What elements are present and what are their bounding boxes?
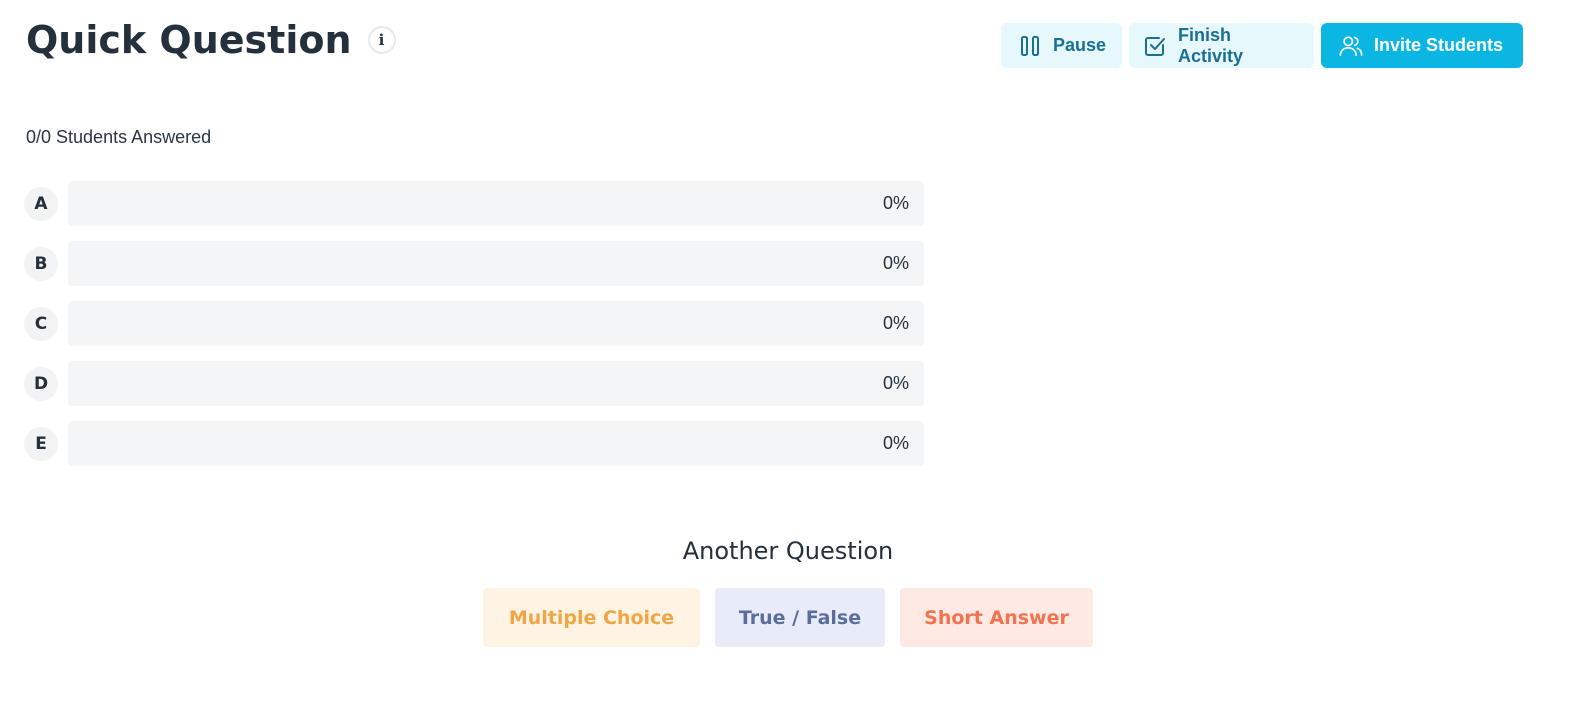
answer-percent: 0% (882, 433, 909, 453)
question-type-buttons: Multiple Choice True / False Short Answe… (483, 588, 1093, 647)
answer-bar: 0% (68, 421, 924, 466)
answer-bar: 0% (68, 241, 924, 286)
answer-letter: B (24, 246, 58, 281)
pause-label: Pause (1052, 35, 1106, 55)
checkbox-icon (1143, 34, 1167, 58)
pause-button[interactable]: Pause (1001, 23, 1122, 68)
users-icon (1339, 34, 1363, 58)
toolbar: Pause Finish Activity Invite Students (1001, 23, 1523, 68)
short-answer-button[interactable]: Short Answer (900, 588, 1093, 647)
answer-row-b: B 0% (24, 241, 924, 286)
answer-percent: 0% (882, 373, 909, 393)
students-answered-count: 0/0 Students Answered (26, 127, 212, 147)
answer-letter: E (24, 426, 58, 461)
answer-row-e: E 0% (24, 421, 924, 466)
page-title: Quick Question (26, 18, 352, 62)
answer-bar: 0% (68, 361, 924, 406)
answer-row-d: D 0% (24, 361, 924, 406)
answer-percent: 0% (882, 313, 909, 333)
header: Quick Question i (26, 18, 396, 62)
info-icon[interactable]: i (367, 26, 396, 54)
answer-row-a: A 0% (24, 181, 924, 226)
answer-row-c: C 0% (24, 301, 924, 346)
pause-icon (1019, 34, 1042, 58)
answer-percent: 0% (882, 193, 909, 213)
info-icon-glyph: i (378, 31, 385, 49)
answer-bar: 0% (68, 181, 924, 226)
answer-letter: A (24, 186, 58, 221)
multiple-choice-button[interactable]: Multiple Choice (483, 588, 700, 647)
another-question-heading: Another Question (682, 537, 894, 565)
true-false-button[interactable]: True / False (715, 588, 885, 647)
answer-results: A 0% B 0% C 0% D 0% E 0% (24, 181, 924, 481)
invite-students-button[interactable]: Invite Students (1321, 23, 1523, 68)
answer-letter: C (24, 306, 58, 341)
answer-bar: 0% (68, 301, 924, 346)
finish-activity-label: Finish Activity (1178, 24, 1244, 66)
answer-percent: 0% (882, 253, 909, 273)
invite-students-label: Invite Students (1374, 35, 1504, 55)
answer-letter: D (24, 366, 58, 401)
finish-activity-button[interactable]: Finish Activity (1129, 23, 1314, 68)
